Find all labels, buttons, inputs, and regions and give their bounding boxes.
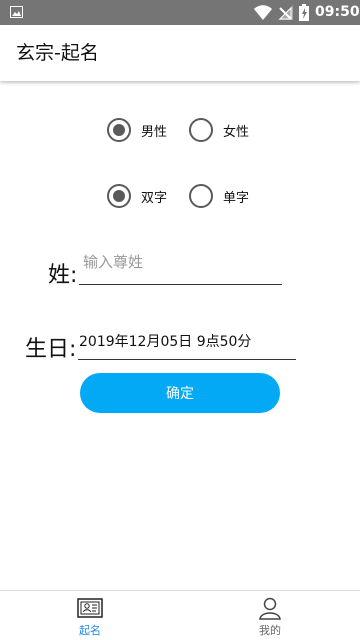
- nav-item-profile[interactable]: 我的: [180, 591, 360, 640]
- app-bar: 玄宗-起名: [0, 25, 360, 81]
- radio-unchecked-icon: [189, 184, 213, 208]
- status-time: 09:50: [315, 4, 360, 20]
- name-length-radio-double[interactable]: 双字: [107, 183, 167, 209]
- radio-label-single: 单字: [223, 190, 250, 206]
- radio-checked-icon: [107, 184, 131, 208]
- radio-label-double: 双字: [141, 190, 168, 206]
- signal-icon: [278, 5, 293, 20]
- radio-checked-icon: [107, 118, 131, 142]
- birthday-field[interactable]: 2019年12月05日 9点50分: [78, 330, 296, 360]
- bottom-navigation: 起名 我的: [0, 590, 360, 640]
- gender-radio-female[interactable]: 女性: [189, 117, 249, 143]
- nav-label-name: 起名: [79, 624, 101, 637]
- gender-radio-male[interactable]: 男性: [107, 117, 167, 143]
- battery-icon: [299, 4, 309, 21]
- wifi-icon: [254, 5, 272, 20]
- gallery-icon: [10, 6, 23, 18]
- radio-unchecked-icon: [189, 118, 213, 142]
- profile-icon: [259, 597, 281, 620]
- radio-label-male: 男性: [141, 124, 168, 140]
- confirm-button[interactable]: 确定: [80, 373, 280, 413]
- surname-input[interactable]: [79, 249, 282, 285]
- name-length-radio-single[interactable]: 单字: [189, 183, 249, 209]
- name-card-icon: [77, 598, 103, 618]
- nav-label-profile: 我的: [259, 624, 281, 637]
- surname-label: 姓:: [48, 263, 78, 288]
- status-bar: 09:50: [0, 0, 360, 25]
- birthday-label: 生日:: [25, 337, 77, 362]
- nav-item-name[interactable]: 起名: [0, 591, 180, 640]
- page-title: 玄宗-起名: [16, 42, 99, 64]
- radio-label-female: 女性: [223, 124, 250, 140]
